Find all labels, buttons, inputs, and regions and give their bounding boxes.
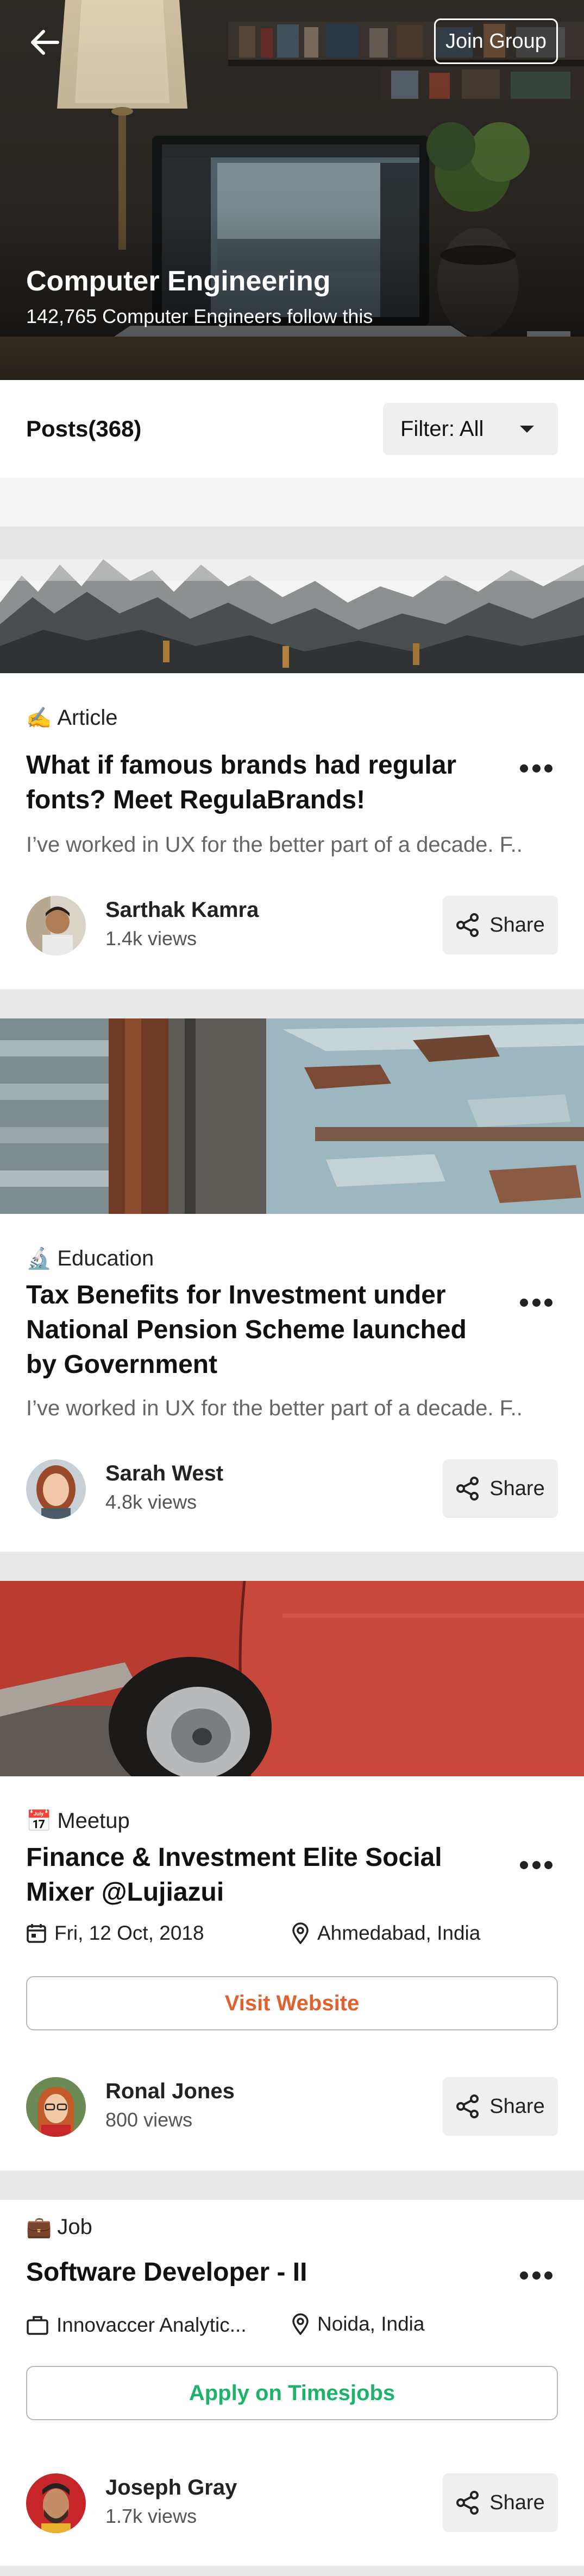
more-options-button[interactable] — [520, 1299, 552, 1309]
dot-icon — [532, 764, 541, 773]
calendar-outline-icon — [27, 1924, 46, 1943]
briefcase-icon: 💼 — [26, 2216, 52, 2239]
share-button[interactable]: Share — [443, 896, 558, 954]
post-category: 📅 Meetup — [26, 1809, 130, 1833]
share-icon — [456, 2491, 479, 2515]
view-count: 1.4k views — [105, 927, 197, 950]
post-category: 🔬 Education — [26, 1246, 154, 1271]
group-title: Computer Engineering — [26, 265, 331, 297]
post-title[interactable]: Software Developer - II — [26, 2255, 472, 2290]
share-label: Share — [489, 2491, 545, 2514]
view-count: 4.8k views — [105, 1491, 197, 1513]
caret-down-icon — [520, 426, 534, 433]
dot-icon — [520, 2271, 528, 2280]
avatar[interactable] — [26, 896, 86, 955]
visit-website-button[interactable]: Visit Website — [26, 1976, 558, 2030]
share-label: Share — [489, 1477, 545, 1500]
join-group-button[interactable]: Join Group — [434, 18, 558, 64]
dot-icon — [532, 1299, 541, 1307]
avatar[interactable] — [26, 2473, 86, 2533]
dot-icon — [532, 1861, 541, 1869]
company-name: Innovaccer Analytic... — [56, 2314, 247, 2336]
post-title[interactable]: Finance & Investment Elite Social Mixer … — [26, 1840, 472, 1910]
post-image-peeling-wall — [0, 1018, 584, 1214]
post-card-job[interactable]: 💼 Job Software Developer - II Innovaccer… — [0, 2200, 584, 2566]
author-name[interactable]: Sarthak Kamra — [105, 898, 259, 922]
post-title[interactable]: What if famous brands had regular fonts?… — [26, 748, 472, 818]
dot-icon — [544, 1299, 552, 1307]
share-button[interactable]: Share — [443, 2077, 558, 2136]
job-company: Innovaccer Analytic... — [26, 2314, 247, 2337]
event-date-text: Fri, 12 Oct, 2018 — [54, 1922, 204, 1944]
category-label: Article — [57, 706, 118, 730]
job-location-text: Noida, India — [317, 2313, 425, 2335]
post-title[interactable]: Tax Benefits for Investment under Nation… — [26, 1278, 472, 1382]
category-label: Meetup — [57, 1809, 130, 1833]
job-location: Noida, India — [291, 2313, 424, 2336]
share-label: Share — [489, 2094, 545, 2118]
post-excerpt: I’ve worked in UX for the better part of… — [26, 1396, 523, 1420]
more-options-button[interactable] — [520, 1861, 552, 1872]
dot-icon — [544, 1861, 552, 1869]
post-image-forest — [0, 478, 584, 673]
category-label: Education — [57, 1246, 154, 1270]
share-icon — [456, 1477, 479, 1501]
microscope-icon: 🔬 — [26, 1247, 52, 1270]
share-button[interactable]: Share — [443, 2473, 558, 2532]
back-button[interactable] — [27, 25, 62, 60]
calendar-icon: 📅 — [26, 1809, 52, 1833]
dot-icon — [544, 764, 552, 773]
dot-icon — [520, 1861, 528, 1869]
arrow-left-icon — [31, 30, 59, 55]
location-pin-icon — [292, 2313, 309, 2335]
post-card-education[interactable]: 🔬 Education Tax Benefits for Investment … — [0, 1018, 584, 1552]
dot-icon — [532, 2271, 541, 2280]
dot-icon — [520, 764, 528, 773]
group-header: Join Group Computer Engineering 142,765 … — [0, 0, 584, 380]
filter-dropdown[interactable]: Filter: All — [383, 403, 558, 455]
post-excerpt: I’ve worked in UX for the better part of… — [26, 833, 523, 857]
post-image-red-car — [0, 1581, 584, 1776]
author-name[interactable]: Joseph Gray — [105, 2476, 237, 2500]
share-label: Share — [489, 913, 545, 936]
post-category: ✍️ Article — [26, 706, 117, 730]
posts-count-title: Posts(368) — [26, 416, 142, 441]
posts-header: Posts(368) Filter: All — [0, 380, 584, 478]
location-pin-icon — [292, 1922, 309, 1944]
briefcase-outline-icon — [27, 2316, 48, 2335]
dot-icon — [544, 2271, 552, 2280]
writing-hand-icon: ✍️ — [26, 706, 52, 730]
category-label: Job — [57, 2215, 92, 2239]
post-card-article[interactable]: ✍️ Article What if famous brands had reg… — [0, 478, 584, 989]
post-category: 💼 Job — [26, 2215, 92, 2239]
filter-label: Filter: All — [400, 416, 484, 441]
share-button[interactable]: Share — [443, 1459, 558, 1518]
event-location: Ahmedabad, India — [291, 1922, 480, 1945]
dot-icon — [520, 1299, 528, 1307]
share-icon — [456, 913, 479, 937]
follower-count: 142,765 Computer Engineers follow this — [26, 305, 373, 327]
avatar[interactable] — [26, 1459, 86, 1519]
author-name[interactable]: Ronal Jones — [105, 2079, 235, 2104]
author-name[interactable]: Sarah West — [105, 1461, 223, 1486]
share-icon — [456, 2094, 479, 2118]
apply-button[interactable]: Apply on Timesjobs — [26, 2366, 558, 2420]
more-options-button[interactable] — [520, 764, 552, 775]
view-count: 800 views — [105, 2109, 193, 2131]
event-location-text: Ahmedabad, India — [317, 1922, 481, 1944]
view-count: 1.7k views — [105, 2505, 197, 2527]
event-date: Fri, 12 Oct, 2018 — [26, 1922, 204, 1945]
post-card-meetup[interactable]: 📅 Meetup Finance & Investment Elite Soci… — [0, 1581, 584, 2170]
avatar[interactable] — [26, 2077, 86, 2137]
more-options-button[interactable] — [520, 2271, 552, 2282]
